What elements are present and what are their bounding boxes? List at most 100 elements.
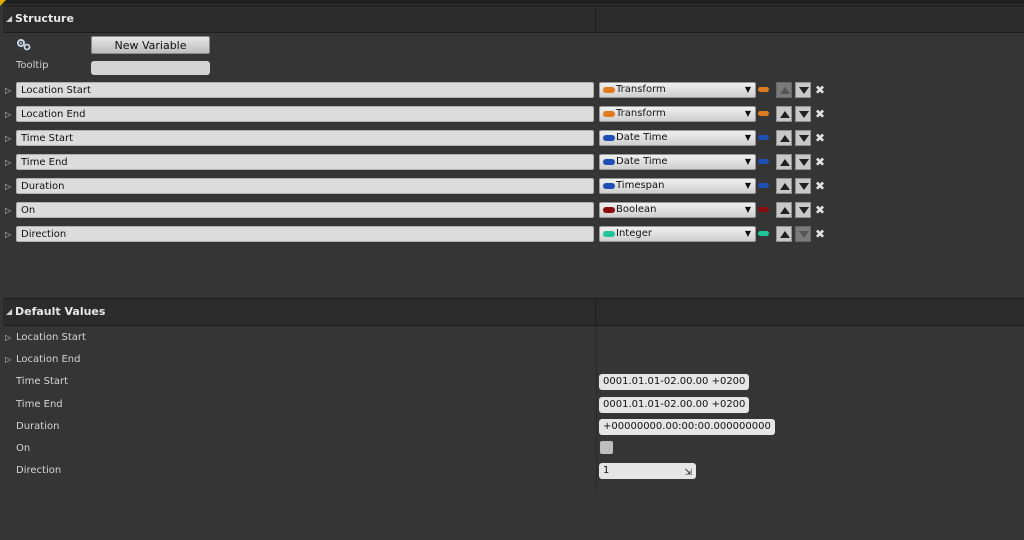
default-value-checkbox[interactable] (600, 441, 613, 454)
variable-name-input[interactable]: Direction (16, 226, 594, 242)
column-divider (595, 299, 596, 325)
remove-variable-button[interactable]: ✖ (815, 202, 825, 218)
move-down-button[interactable] (795, 106, 811, 122)
move-down-button[interactable] (795, 202, 811, 218)
expand-arrow-icon[interactable]: ▷ (5, 355, 11, 364)
dropdown-arrow-icon: ▼ (744, 181, 751, 190)
down-arrow-icon (799, 87, 809, 94)
default-value-input[interactable]: +00000000.00:00:00.000000000 (599, 419, 775, 435)
down-arrow-icon (799, 183, 809, 190)
move-down-button[interactable] (795, 130, 811, 146)
container-type-icon[interactable] (758, 183, 769, 188)
default-value-row: ▷ Location Start (0, 329, 1024, 349)
expand-arrow-icon[interactable]: ▷ (5, 158, 11, 167)
variable-type-label: Boolean (616, 204, 657, 215)
remove-variable-button[interactable]: ✖ (815, 154, 825, 170)
default-value-number-input[interactable]: 1 ⇲ (599, 463, 696, 479)
default-value-label: Location End (16, 354, 81, 365)
variable-type-dropdown[interactable]: Boolean ▼ (599, 202, 756, 218)
type-color-pill (603, 183, 615, 189)
variable-row: ▷ Direction Integer ▼ ✖ (0, 226, 1024, 244)
move-up-button[interactable] (776, 106, 792, 122)
up-arrow-icon (780, 159, 790, 166)
default-value-label: Time End (16, 399, 63, 410)
variable-type-dropdown[interactable]: Transform ▼ (599, 106, 756, 122)
dropdown-arrow-icon: ▼ (744, 205, 751, 214)
dropdown-arrow-icon: ▼ (744, 133, 751, 142)
down-arrow-icon (799, 159, 809, 166)
default-value-label: Duration (16, 421, 60, 432)
variable-type-label: Timespan (616, 180, 665, 191)
default-values-section-header[interactable]: ◢ Default Values (3, 298, 1024, 326)
variable-type-dropdown[interactable]: Date Time ▼ (599, 130, 756, 146)
variable-type-dropdown[interactable]: Integer ▼ (599, 226, 756, 242)
expand-arrow-icon[interactable]: ▷ (5, 86, 11, 95)
variable-name-input[interactable]: Location Start (16, 82, 594, 98)
expand-arrow-icon[interactable]: ▷ (5, 134, 11, 143)
default-value-row: ▷ Location End (0, 351, 1024, 371)
variable-name-input[interactable]: Time Start (16, 130, 594, 146)
move-down-button[interactable] (795, 154, 811, 170)
new-variable-button[interactable]: New Variable (91, 36, 210, 54)
variable-name-input[interactable]: Time End (16, 154, 594, 170)
variable-name-input[interactable]: Location End (16, 106, 594, 122)
move-up-button[interactable] (776, 226, 792, 242)
up-arrow-icon (780, 87, 790, 94)
variable-type-label: Date Time (616, 132, 668, 143)
container-type-icon[interactable] (758, 111, 769, 116)
move-down-button[interactable] (795, 226, 811, 242)
default-value-row: Duration +00000000.00:00:00.000000000 (0, 418, 1024, 438)
move-down-button[interactable] (795, 178, 811, 194)
move-up-button[interactable] (776, 82, 792, 98)
container-type-icon[interactable] (758, 135, 769, 140)
move-up-button[interactable] (776, 202, 792, 218)
container-type-icon[interactable] (758, 87, 769, 92)
remove-variable-button[interactable]: ✖ (815, 226, 825, 242)
default-value-row: Direction 1 ⇲ (0, 462, 1024, 482)
default-value-row: Time End 0001.01.01-02.00.00 +0200 (0, 396, 1024, 416)
remove-variable-button[interactable]: ✖ (815, 178, 825, 194)
default-value-input[interactable]: 0001.01.01-02.00.00 +0200 (599, 397, 750, 413)
move-up-button[interactable] (776, 178, 792, 194)
default-value-label: Time Start (16, 376, 69, 387)
down-arrow-icon (799, 111, 809, 118)
spin-drag-icon[interactable]: ⇲ (684, 465, 692, 481)
expand-arrow-icon[interactable]: ▷ (5, 230, 11, 239)
container-type-icon[interactable] (758, 159, 769, 164)
collapse-arrow-icon: ◢ (6, 14, 13, 23)
expand-arrow-icon[interactable]: ▷ (5, 206, 11, 215)
down-arrow-icon (799, 135, 809, 142)
move-up-button[interactable] (776, 154, 792, 170)
down-arrow-icon (799, 207, 809, 214)
variable-type-dropdown[interactable]: Date Time ▼ (599, 154, 756, 170)
tooltip-input[interactable] (91, 61, 210, 75)
default-value-input[interactable]: 0001.01.01-02.00.00 +0200 (599, 374, 750, 390)
remove-variable-button[interactable]: ✖ (815, 82, 825, 98)
dropdown-arrow-icon: ▼ (744, 157, 751, 166)
move-up-button[interactable] (776, 130, 792, 146)
expand-arrow-icon[interactable]: ▷ (5, 182, 11, 191)
variable-name-input[interactable]: On (16, 202, 594, 218)
up-arrow-icon (780, 183, 790, 190)
container-type-icon[interactable] (758, 231, 769, 236)
up-arrow-icon (780, 111, 790, 118)
variable-name-input[interactable]: Duration (16, 178, 594, 194)
variable-type-dropdown[interactable]: Transform ▼ (599, 82, 756, 98)
default-value-row: On (0, 440, 1024, 460)
variable-type-label: Integer (616, 228, 652, 239)
structure-title: Structure (15, 12, 74, 25)
structure-section-header[interactable]: ◢ Structure (3, 5, 1024, 33)
up-arrow-icon (780, 207, 790, 214)
remove-variable-button[interactable]: ✖ (815, 130, 825, 146)
move-down-button[interactable] (795, 82, 811, 98)
variable-type-dropdown[interactable]: Timespan ▼ (599, 178, 756, 194)
container-type-icon[interactable] (758, 207, 769, 212)
number-value: 1 (603, 465, 610, 476)
expand-arrow-icon[interactable]: ▷ (5, 110, 11, 119)
default-values-title: Default Values (15, 305, 106, 318)
variable-row: ▷ On Boolean ▼ ✖ (0, 202, 1024, 220)
variable-type-label: Transform (616, 84, 666, 95)
expand-arrow-icon[interactable]: ▷ (5, 333, 11, 342)
remove-variable-button[interactable]: ✖ (815, 106, 825, 122)
collapse-arrow-icon: ◢ (6, 307, 13, 316)
